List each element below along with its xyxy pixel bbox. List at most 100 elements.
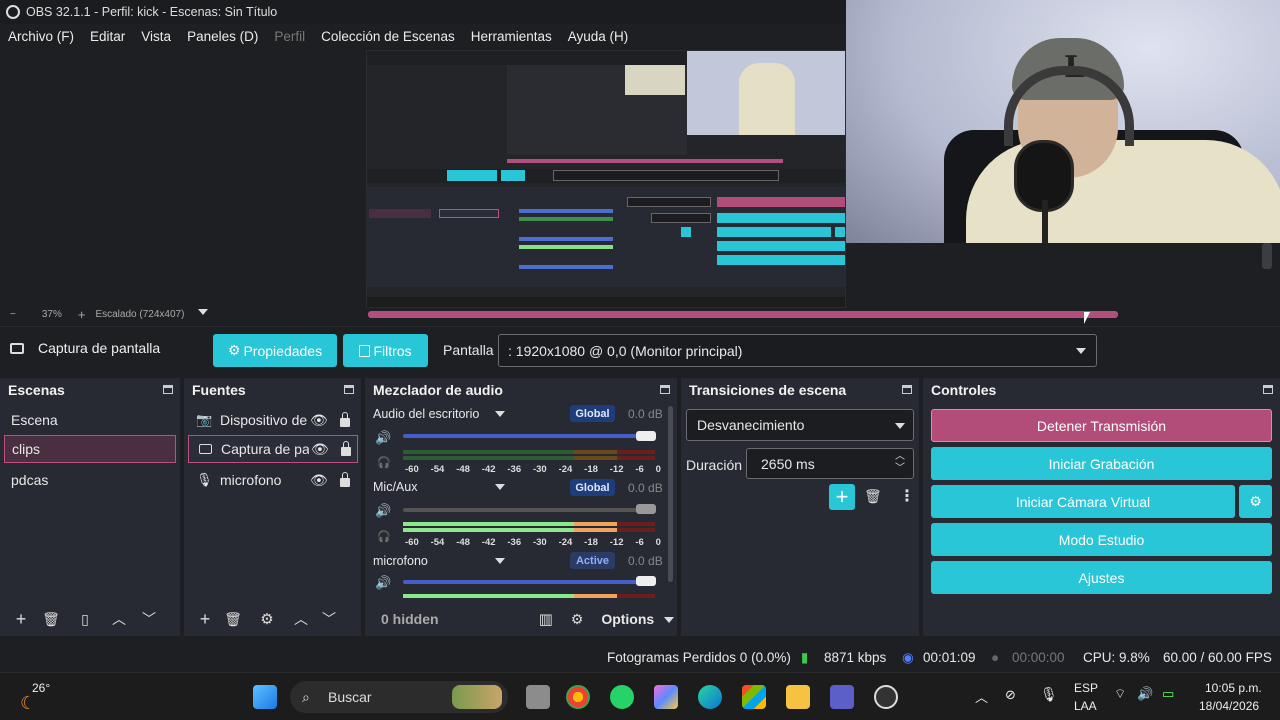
virtual-camera-settings-button[interactable]: ⚙ — [1239, 485, 1272, 518]
scaling-dropdown[interactable] — [198, 307, 209, 318]
stream-time: 00:01:09 — [923, 650, 976, 665]
start-windows-icon[interactable] — [253, 685, 277, 709]
menu-file[interactable]: Archivo (F) — [0, 29, 82, 44]
zoom-in-button[interactable]: + — [78, 307, 86, 322]
move-down-icon[interactable]: ﹀ — [320, 609, 338, 629]
undock-icon[interactable] — [344, 385, 354, 394]
m365-icon[interactable] — [654, 685, 678, 709]
teams-icon[interactable] — [830, 685, 854, 709]
source-item-selected[interactable]: Captura de pa 👁 — [188, 435, 358, 463]
chevron-down-icon[interactable] — [495, 484, 505, 490]
gear-icon[interactable]: ⚙ — [571, 611, 584, 628]
add-source-icon[interactable]: + — [196, 609, 214, 630]
source-item[interactable]: 📷 Dispositivo de 👁 — [188, 406, 358, 434]
volume-knob[interactable] — [636, 504, 656, 514]
language-top[interactable]: ESP — [1074, 681, 1098, 695]
store-icon[interactable] — [742, 685, 766, 709]
language-bottom[interactable]: LAA — [1074, 699, 1097, 713]
properties-button[interactable]: ⚙ Propiedades — [213, 334, 337, 367]
mixer-scrollbar[interactable] — [668, 406, 673, 582]
layout-icon[interactable]: ▥ — [539, 610, 553, 628]
volume-icon[interactable]: 🔊 — [1137, 686, 1153, 702]
filters-button[interactable]: Filtros — [343, 334, 428, 367]
speaker-icon[interactable]: 🔊 — [375, 575, 391, 591]
add-scene-icon[interactable]: + — [12, 609, 30, 630]
menu-help[interactable]: Ayuda (H) — [560, 29, 637, 44]
remove-source-icon[interactable]: 🗑 — [224, 611, 242, 628]
menu-edit[interactable]: Editar — [82, 29, 133, 44]
volume-knob[interactable] — [636, 431, 656, 441]
battery-icon[interactable]: ▭ — [1162, 686, 1174, 702]
undock-icon[interactable] — [1263, 385, 1273, 394]
search-icon: ⌕ — [302, 688, 310, 705]
wifi-icon[interactable]: ⌔ — [1114, 686, 1126, 702]
headphones-icon[interactable]: 🎧 — [377, 530, 391, 543]
move-up-icon[interactable]: ︿ — [110, 609, 128, 629]
remove-transition-icon[interactable]: 🗑 — [864, 488, 882, 505]
lock-icon[interactable] — [339, 411, 350, 427]
start-recording-button[interactable]: Iniciar Grabación — [931, 447, 1272, 480]
undock-icon[interactable] — [902, 385, 912, 394]
scene-item-selected[interactable]: clips — [4, 435, 176, 463]
volume-slider[interactable] — [403, 580, 655, 584]
clock-date[interactable]: 18/04/2026 — [1199, 699, 1259, 713]
bitrate: 8871 kbps — [824, 650, 887, 665]
undock-icon[interactable] — [163, 385, 173, 394]
preview-vertical-scrollbar[interactable] — [1262, 243, 1272, 269]
lock-icon[interactable] — [339, 471, 350, 487]
remove-scene-icon[interactable]: 🗑 — [42, 611, 60, 628]
more-options-icon[interactable]: ⋮ — [899, 486, 915, 506]
move-up-icon[interactable]: ︿ — [292, 609, 310, 629]
menu-docks[interactable]: Paneles (D) — [179, 29, 266, 44]
speaker-icon[interactable]: 🔊 — [375, 503, 391, 519]
undock-icon[interactable] — [660, 385, 670, 394]
gear-icon[interactable]: ⚙ — [258, 610, 276, 628]
volume-slider[interactable] — [403, 508, 655, 512]
settings-button[interactable]: Ajustes — [931, 561, 1272, 594]
volume-knob[interactable] — [636, 576, 656, 586]
studio-mode-button[interactable]: Modo Estudio — [931, 523, 1272, 556]
preview-horizontal-scrollbar[interactable] — [368, 311, 1118, 318]
menu-profile[interactable]: Perfil — [266, 29, 313, 44]
stop-streaming-button[interactable]: Detener Transmisión — [931, 409, 1272, 442]
file-explorer-icon[interactable] — [786, 685, 810, 709]
display-select[interactable]: : 1920x1080 @ 0,0 (Monitor principal) — [498, 334, 1097, 367]
tray-expand-icon[interactable]: ︿ — [975, 687, 988, 706]
edge-icon[interactable] — [698, 685, 722, 709]
filters-icon[interactable]: ▯ — [76, 611, 94, 628]
duration-spinbox[interactable]: 2650 ms ︿ ﹀ — [746, 448, 914, 479]
lock-icon[interactable] — [340, 440, 351, 456]
zoom-out-button[interactable]: − — [10, 309, 16, 320]
source-item[interactable]: 🎙 microfono 👁 — [188, 466, 358, 494]
audio-mixer-dock: Mezclador de audio Audio del escritorio … — [365, 378, 677, 636]
scene-item[interactable]: pdcas — [4, 466, 176, 494]
taskbar-search[interactable]: ⌕ Buscar — [290, 681, 508, 713]
menu-scene-collection[interactable]: Colección de Escenas — [313, 29, 463, 44]
whatsapp-icon[interactable] — [610, 685, 634, 709]
chrome-icon[interactable] — [566, 685, 590, 709]
start-virtual-camera-button[interactable]: Iniciar Cámara Virtual — [931, 485, 1235, 518]
speaker-icon[interactable]: 🔊 — [375, 430, 391, 446]
obs-taskbar-icon[interactable] — [874, 685, 898, 709]
add-transition-button[interactable]: + — [829, 484, 855, 510]
menu-tools[interactable]: Herramientas — [463, 29, 560, 44]
headphones-icon[interactable]: 🎧 — [377, 456, 391, 469]
options-button[interactable]: Options — [601, 611, 654, 627]
chevron-down-icon[interactable] — [495, 411, 505, 417]
tray-app-icon[interactable]: ⊘ — [1005, 687, 1016, 703]
menu-view[interactable]: Vista — [133, 29, 179, 44]
spin-arrows-icon[interactable]: ︿ ﹀ — [895, 451, 905, 475]
eye-icon[interactable]: 👁 — [311, 441, 329, 458]
chevron-down-icon[interactable] — [495, 558, 505, 564]
transition-select[interactable]: Desvanecimiento — [686, 409, 914, 441]
microphone-tray-icon[interactable]: 🎙 — [1040, 686, 1058, 703]
volume-slider[interactable] — [403, 434, 655, 438]
scene-item[interactable]: Escena — [4, 406, 176, 434]
eye-icon[interactable]: 👁 — [310, 412, 328, 429]
eye-icon[interactable]: 👁 — [310, 472, 328, 489]
move-down-icon[interactable]: ﹀ — [140, 609, 158, 629]
weather-moon-icon[interactable]: ☾ — [20, 693, 36, 714]
task-view-icon[interactable] — [526, 685, 550, 709]
clock-time[interactable]: 10:05 p.m. — [1205, 681, 1262, 695]
chevron-down-icon[interactable] — [664, 617, 675, 623]
